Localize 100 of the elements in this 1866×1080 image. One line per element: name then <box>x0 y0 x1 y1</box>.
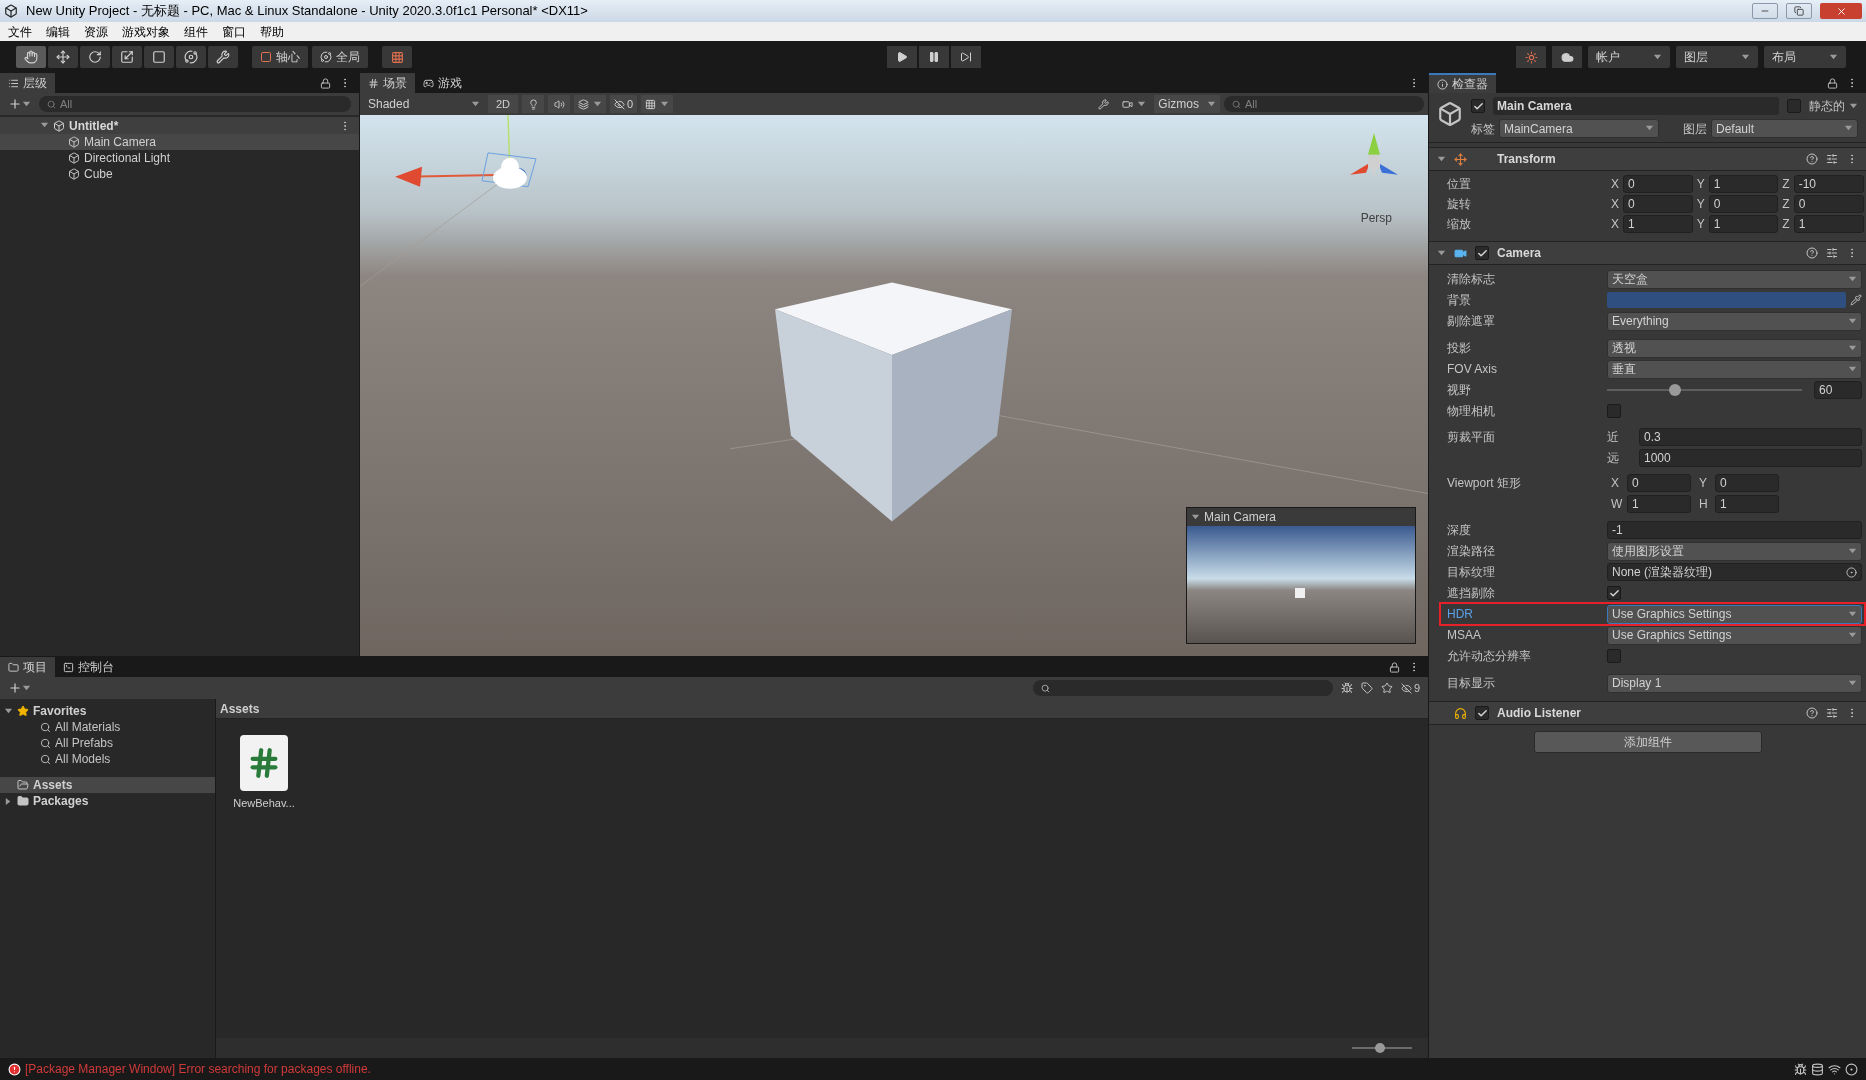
breadcrumb[interactable]: Assets <box>220 699 260 718</box>
search-field[interactable] <box>1032 680 1333 696</box>
play-button[interactable] <box>887 46 917 68</box>
cube-drawing[interactable] <box>775 282 1012 522</box>
view-tab[interactable]: 场景 <box>360 73 415 93</box>
tag-icon[interactable] <box>1360 682 1373 694</box>
dropdown[interactable]: 使用图形设置 <box>1607 541 1862 561</box>
project-tree-item[interactable]: Favorites <box>0 703 215 719</box>
preset-icon[interactable] <box>1826 153 1838 165</box>
lighting-toggle[interactable] <box>522 95 545 113</box>
tool-button[interactable] <box>208 46 238 68</box>
bug-icon[interactable] <box>1794 1062 1807 1076</box>
camera-gizmo-drawing[interactable] <box>395 115 537 189</box>
filter-type-icon[interactable] <box>1340 682 1353 694</box>
lock-icon[interactable] <box>1389 661 1400 673</box>
slider-track[interactable] <box>1607 384 1802 396</box>
dropdown[interactable]: MainCamera <box>1499 119 1659 138</box>
scene-row[interactable]: Untitled* <box>0 117 359 134</box>
checkbox[interactable] <box>1607 404 1621 418</box>
checkbox[interactable] <box>1471 99 1485 113</box>
number-field[interactable]: 1000 <box>1639 449 1862 467</box>
zoom-slider[interactable] <box>1352 1043 1412 1053</box>
preset-icon[interactable] <box>1826 247 1838 259</box>
collab-button[interactable] <box>1516 46 1546 68</box>
dropdown[interactable]: Use Graphics Settings <box>1607 604 1862 624</box>
hierarchy-item[interactable]: Main Camera <box>0 134 359 150</box>
dropdown[interactable]: 垂直 <box>1607 359 1862 379</box>
search-field[interactable]: All <box>1224 96 1424 112</box>
number-field[interactable]: 1 <box>1793 215 1864 233</box>
checkbox[interactable] <box>1787 99 1801 113</box>
number-field[interactable]: 1 <box>1708 215 1779 233</box>
tool-button[interactable] <box>176 46 206 68</box>
tool-button[interactable] <box>144 46 174 68</box>
checkbox[interactable] <box>1607 586 1621 600</box>
status-message[interactable]: [Package Manager Window] Error searching for packages offline. <box>8 1060 1790 1078</box>
number-field[interactable]: 0 <box>1715 474 1779 492</box>
menu-item[interactable]: 游戏对象 <box>122 22 170 41</box>
static-dropdown[interactable]: 静态的 <box>1809 97 1858 115</box>
add-component-button[interactable]: 添加组件 <box>1533 731 1762 753</box>
project-tree-item[interactable]: Assets <box>0 777 215 793</box>
dropdown[interactable]: Everything <box>1607 311 1862 331</box>
number-field[interactable]: 0 <box>1623 175 1693 193</box>
script-file-icon[interactable] <box>240 735 288 791</box>
number-field[interactable]: 60 <box>1814 381 1862 399</box>
toolbar-dropdown[interactable]: 图层 <box>1676 46 1758 68</box>
view-tab[interactable]: 游戏 <box>415 73 470 93</box>
component-header[interactable]: Audio Listener <box>1429 701 1866 725</box>
help-icon[interactable] <box>1806 247 1818 259</box>
snap-button[interactable] <box>382 46 412 68</box>
dropdown[interactable]: 天空盒 <box>1607 269 1862 289</box>
maximize-button[interactable] <box>1786 3 1812 19</box>
name-field[interactable]: Main Camera <box>1493 97 1779 115</box>
tool-button[interactable] <box>112 46 142 68</box>
number-field[interactable]: 0 <box>1793 195 1864 213</box>
database-icon[interactable] <box>1811 1062 1824 1076</box>
step-button[interactable] <box>951 46 981 68</box>
checkbox[interactable] <box>1475 706 1489 720</box>
component-header[interactable]: Transform <box>1429 147 1866 171</box>
number-field[interactable]: 0.3 <box>1639 428 1862 446</box>
tool-button[interactable] <box>80 46 110 68</box>
lock-icon[interactable] <box>320 77 331 89</box>
project-tab[interactable]: 项目 <box>0 657 55 677</box>
menu-item[interactable]: 组件 <box>184 22 208 41</box>
object-field[interactable]: None (渲染器纹理) <box>1607 563 1862 581</box>
tool-button[interactable] <box>48 46 78 68</box>
slider-thumb[interactable] <box>1374 1043 1385 1053</box>
audio-toggle[interactable] <box>548 95 571 113</box>
checkbox[interactable] <box>1607 649 1621 663</box>
dropdown[interactable]: Display 1 <box>1607 673 1862 693</box>
object-picker-icon[interactable] <box>1846 566 1857 578</box>
progress-icon[interactable] <box>1845 1062 1858 1076</box>
menu-item[interactable]: 编辑 <box>46 22 70 41</box>
grid-dropdown[interactable] <box>641 95 674 113</box>
inspector-tab[interactable]: 检查器 <box>1429 73 1496 93</box>
toolbar-dropdown[interactable]: 帐户 <box>1588 46 1670 68</box>
global-button[interactable]: 全局 <box>312 46 368 68</box>
star-icon[interactable] <box>1380 682 1393 694</box>
gizmos-dropdown[interactable]: Gizmos <box>1154 95 1220 113</box>
pause-button[interactable] <box>919 46 949 68</box>
menu-item[interactable]: 窗口 <box>222 22 246 41</box>
tool-button[interactable] <box>16 46 46 68</box>
project-tab[interactable]: 控制台 <box>55 657 122 677</box>
preset-icon[interactable] <box>1826 707 1838 719</box>
toolbar-dropdown[interactable]: 布局 <box>1764 46 1846 68</box>
number-field[interactable]: 1 <box>1627 495 1691 513</box>
pivot-button[interactable]: 轴心 <box>252 46 308 68</box>
number-field[interactable]: -10 <box>1793 175 1864 193</box>
shading-dropdown[interactable]: Shaded <box>364 95 484 113</box>
number-field[interactable]: 1 <box>1623 215 1693 233</box>
axis-gizmo-drawing[interactable] <box>1350 132 1398 181</box>
hierarchy-tab[interactable]: 层级 <box>0 73 55 93</box>
favorite-item[interactable]: All Models <box>0 751 215 767</box>
eyedropper-icon[interactable] <box>1850 294 1862 306</box>
number-field[interactable]: 1 <box>1708 175 1779 193</box>
hidden-objects-toggle[interactable]: 0 <box>610 95 638 113</box>
create-button[interactable] <box>8 97 31 111</box>
menu-item[interactable]: 文件 <box>8 22 32 41</box>
color-swatch[interactable] <box>1607 292 1846 308</box>
number-field[interactable]: -1 <box>1607 521 1862 539</box>
effects-dropdown[interactable] <box>574 95 607 113</box>
